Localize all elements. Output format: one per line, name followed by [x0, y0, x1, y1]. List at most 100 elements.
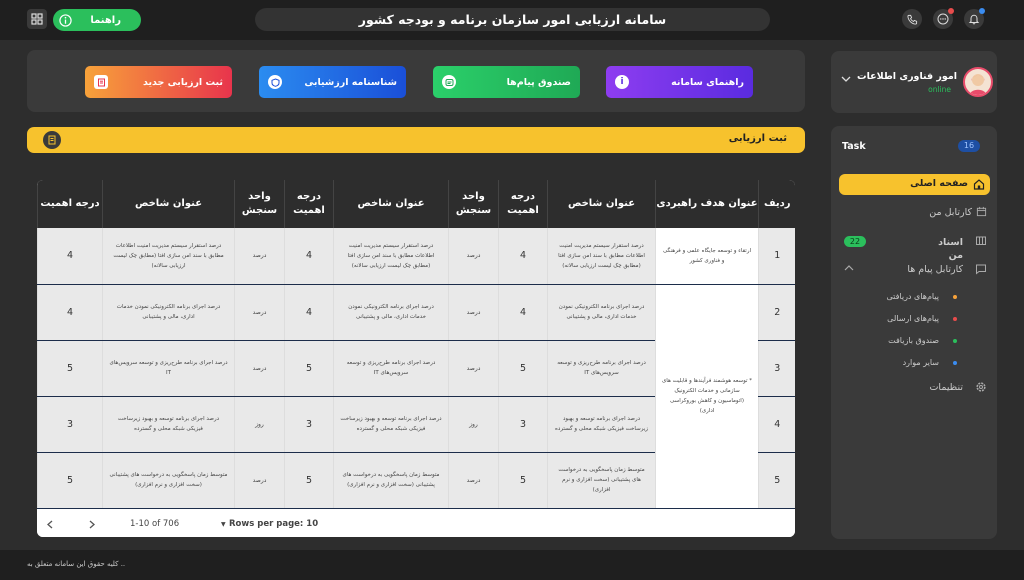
sidebar-item-documents[interactable]: اسناد من [937, 236, 963, 262]
button-label: صندوق پیام‌ها [506, 76, 571, 88]
evaluation-profile-button[interactable]: شناسنامه ارزشیابی [259, 66, 406, 98]
chevron-left-icon[interactable] [46, 520, 54, 529]
sidebar-sub-item[interactable]: صندوق بازیافت [888, 336, 939, 345]
document-icon[interactable] [43, 131, 61, 149]
banner-title: ثبت ارزیابی [728, 133, 787, 144]
unit-cell: درصد [448, 284, 499, 341]
row-number: 5 [758, 452, 795, 509]
copyright-text: کلیه حقوق این سامانه متعلق به .. [27, 560, 126, 568]
chevron-up-icon[interactable] [844, 264, 854, 271]
row-number: 4 [758, 396, 795, 453]
profile-name: امور فناوری اطلاعات [857, 71, 957, 82]
message-icon [442, 75, 456, 89]
chevron-down-icon[interactable] [841, 75, 851, 83]
info-icon [59, 13, 72, 27]
documents-count-badge: 22 [844, 236, 866, 247]
system-guide-button[interactable]: i راهنمای سامانه [606, 66, 753, 98]
task-label[interactable]: Task [842, 141, 866, 152]
help-label: راهنما [90, 14, 121, 26]
sidebar-item-home[interactable]: صفحه اصلی [839, 174, 990, 195]
weight-cell: 3 [37, 396, 103, 453]
weight-cell: 4 [498, 284, 548, 341]
sidebar-sub-item[interactable]: پیام‌های ارسالی [887, 314, 939, 323]
column-header[interactable]: عنوان هدف راهبردی [655, 180, 759, 228]
button-label: راهنمای سامانه [671, 76, 744, 88]
sidebar-item-messages[interactable]: کارتابل پیام ها [907, 264, 963, 275]
weight-cell: 4 [284, 228, 334, 285]
footer: کلیه حقوق این سامانه متعلق به .. [0, 550, 1024, 580]
indicator-cell: درصد استقرار سیستم مدیریت امنیت اطلاعات … [102, 228, 235, 285]
info-icon: i [615, 75, 629, 89]
task-count-badge: 16 [958, 140, 980, 152]
indicator-cell: درصد استقرار سیستم مدیریت امنیت اطلاعات … [547, 228, 656, 285]
sidebar-sub-item[interactable]: پیام‌های دریافتی [887, 292, 940, 301]
row-number: 3 [758, 340, 795, 397]
calendar-icon [976, 206, 987, 217]
column-header[interactable]: عنوان شاخص [102, 180, 235, 228]
indicator-cell: درصد اجرای برنامه الکترونیکی نمودن خدمات… [102, 284, 235, 341]
unit-cell: درصد [234, 340, 285, 397]
profile-card[interactable]: امور فناوری اطلاعات online [831, 51, 997, 113]
weight-cell: 4 [284, 284, 334, 341]
sidebar-item-label: صفحه اصلی [910, 178, 968, 189]
indicator-cell: متوسط زمان پاسخگویی به درخواست های پشتیب… [102, 452, 235, 509]
message-box-button[interactable]: صندوق پیام‌ها [433, 66, 580, 98]
phone-button[interactable] [902, 9, 922, 29]
sidebar-item-my-cartable[interactable]: کارتابل من [929, 207, 972, 218]
chat-notification-dot [948, 8, 954, 14]
quick-actions-panel: i راهنمای سامانه صندوق پیام‌ها شناسنامه … [27, 50, 805, 112]
notification-dot [979, 8, 985, 14]
indicator-cell: درصد اجرای برنامه طرح‌ریزی و توسعه سرویس… [102, 340, 235, 397]
pagination-bar: 1-10 of 706 ▼ Rows per page: 10 [37, 511, 795, 537]
column-header[interactable]: واحد سنجش [448, 180, 499, 228]
weight-cell: 4 [498, 228, 548, 285]
pagination-range: 1-10 of 706 [130, 519, 180, 529]
column-header[interactable]: ردیف [758, 180, 795, 228]
evaluation-table: ردیف عنوان هدف راهبردی عنوان شاخص درجه ا… [37, 180, 795, 537]
column-header[interactable]: عنوان شاخص [547, 180, 656, 228]
table-row[interactable]: 2 * توسعه هوشمند فرآیندها و قابلیت های س… [37, 284, 795, 509]
caret-down-icon[interactable]: ▼ [221, 521, 226, 528]
status-dot [953, 339, 957, 343]
column-header[interactable]: درجه اهمیت [284, 180, 334, 228]
indicator-cell: درصد اجرای برنامه الکترونیکی نمودن خدمات… [333, 284, 449, 341]
rows-per-page-select[interactable]: Rows per page: 10 [229, 519, 318, 529]
column-header[interactable]: درجه اهمیت [37, 180, 103, 228]
table-row[interactable]: 1 ارتقاء و توسعه جایگاه علمی و فرهنگی و … [37, 228, 795, 285]
status-dot [953, 361, 957, 365]
weight-cell: 5 [498, 452, 548, 509]
weight-cell: 3 [498, 396, 548, 453]
unit-cell: درصد [448, 452, 499, 509]
weight-cell: 4 [37, 284, 103, 341]
indicator-cell: درصد اجرای برنامه الکترونیکی نمودن خدمات… [547, 284, 656, 341]
message-icon [976, 264, 986, 275]
chevron-right-icon[interactable] [88, 520, 96, 529]
indicator-cell: درصد اجرای برنامه طرح‌ریزی و توسعه سرویس… [333, 340, 449, 397]
unit-cell: درصد [234, 228, 285, 285]
new-evaluation-button[interactable]: ثبت ارزیابی جدید [85, 66, 232, 98]
sidebar-sub-item[interactable]: سایر موارد [903, 358, 939, 367]
chat-button[interactable] [933, 8, 954, 29]
unit-cell: روز [448, 396, 499, 453]
status-dot [953, 317, 957, 321]
top-bar: راهنما سامانه ارزیابی امور سازمان برنامه… [0, 0, 1024, 40]
phone-icon [906, 14, 917, 25]
status-dot [953, 295, 957, 299]
grid-icon [31, 13, 43, 25]
sidebar-item-settings[interactable]: تنظیمات [929, 382, 963, 393]
column-header[interactable]: واحد سنجش [234, 180, 285, 228]
column-header[interactable]: درجه اهمیت [498, 180, 548, 228]
apps-grid-button[interactable] [27, 9, 47, 29]
bell-icon [968, 14, 980, 25]
indicator-cell: درصد اجرای برنامه توسعه و بهبود زیرساخت … [547, 396, 656, 453]
notifications-button[interactable] [964, 8, 985, 29]
unit-cell: روز [234, 396, 285, 453]
indicator-cell: درصد اجرای برنامه توسعه و بهبود زیرساخت … [102, 396, 235, 453]
weight-cell: 4 [37, 228, 103, 285]
documents-icon [976, 236, 986, 245]
column-header[interactable]: عنوان شاخص [333, 180, 449, 228]
help-button[interactable]: راهنما [53, 9, 141, 31]
unit-cell: درصد [234, 452, 285, 509]
section-banner: ثبت ارزیابی [27, 127, 805, 153]
strategic-goal-cell: ارتقاء و توسعه جایگاه علمی و فرهنگی و فن… [655, 228, 759, 285]
